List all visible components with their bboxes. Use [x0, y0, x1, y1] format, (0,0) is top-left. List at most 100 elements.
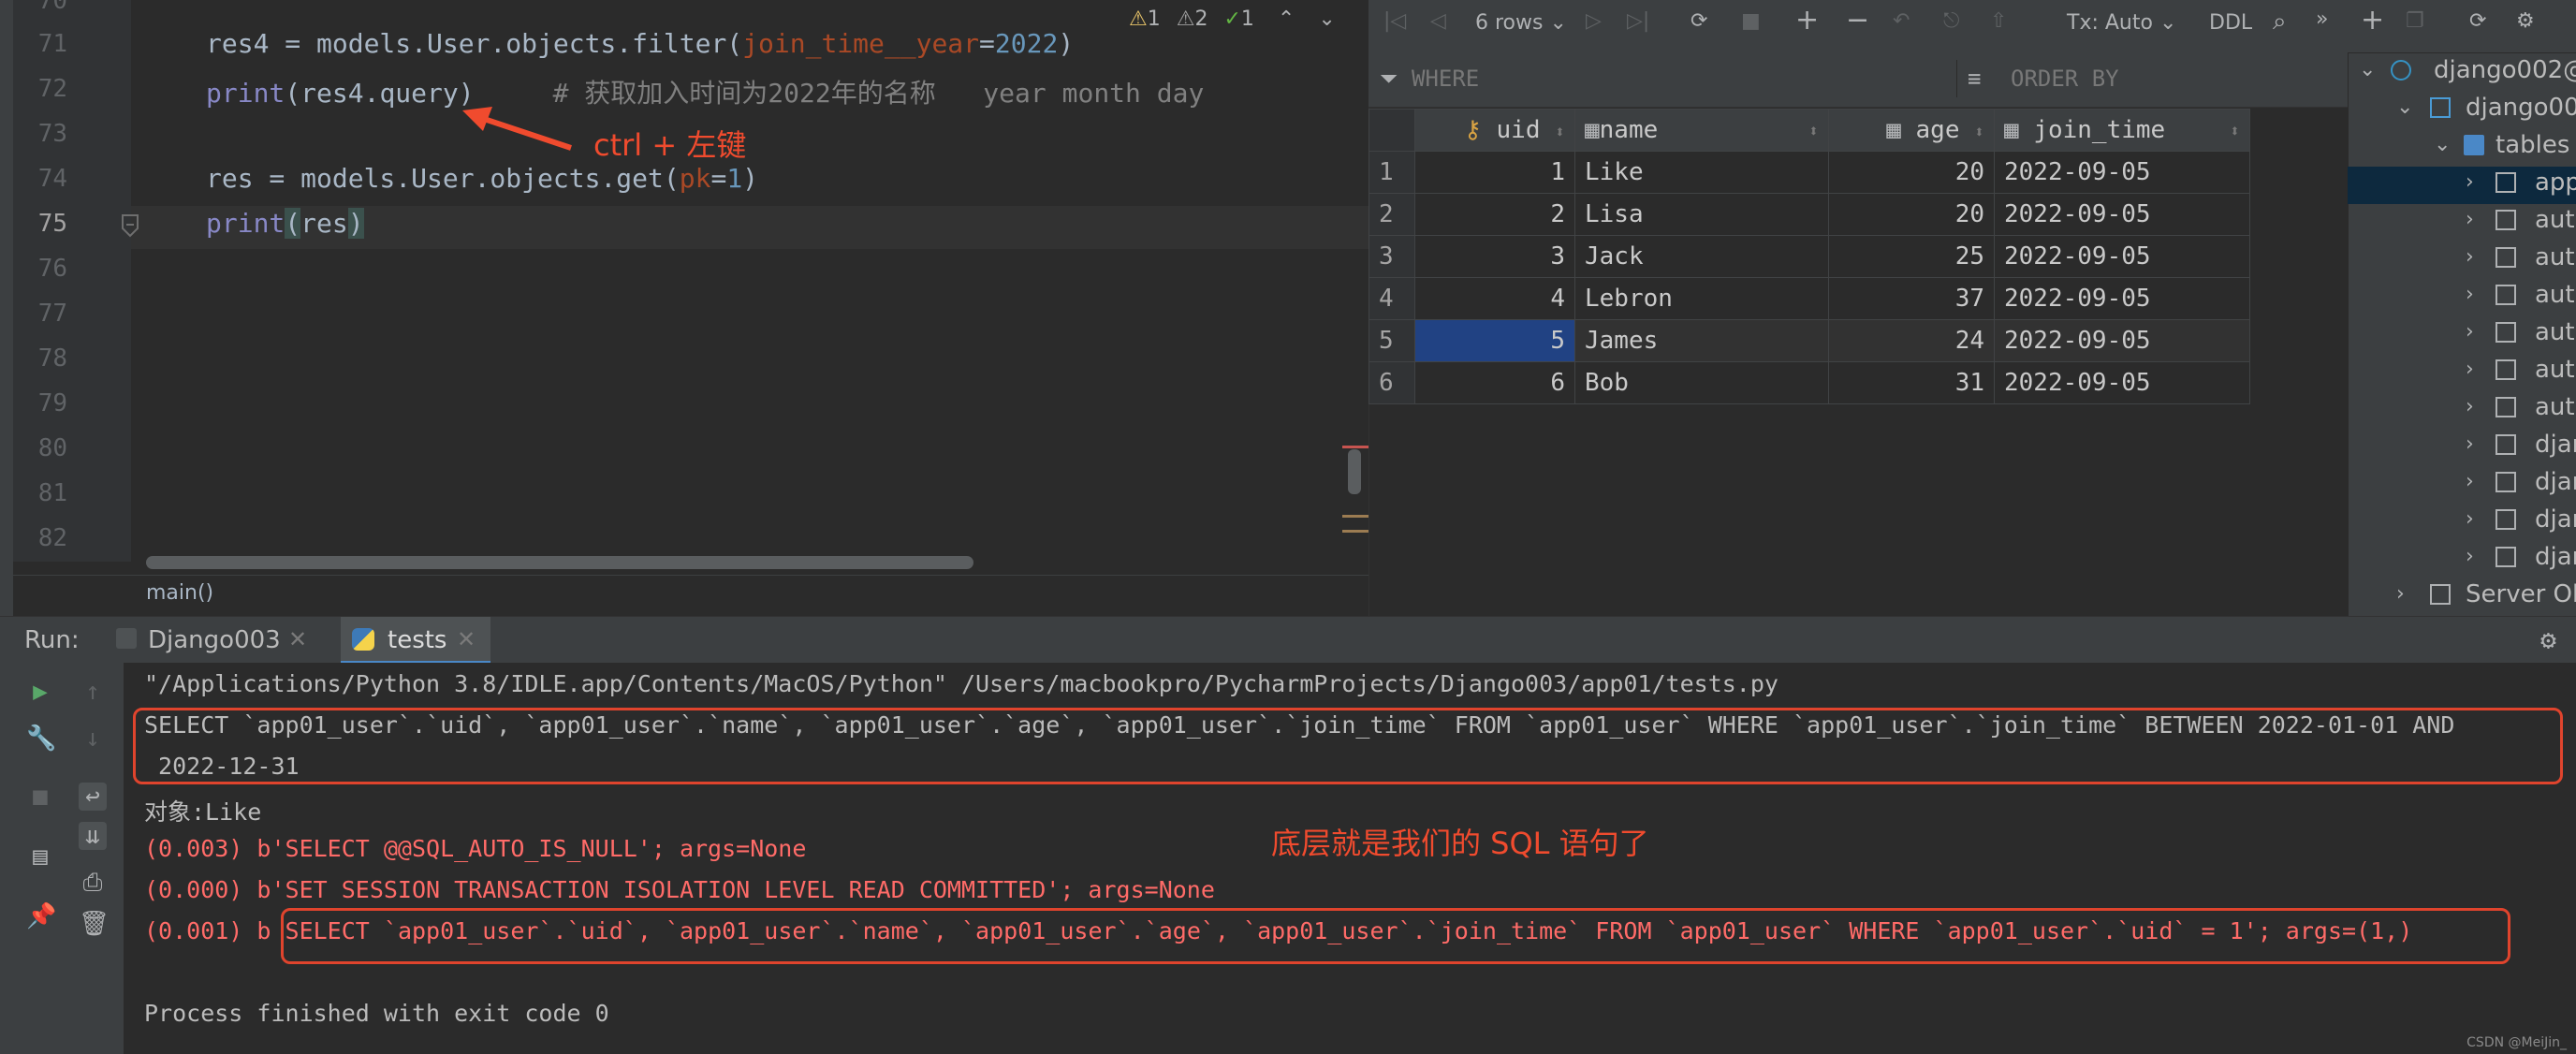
cell-age[interactable]: 31 — [1828, 361, 1995, 404]
table-row[interactable]: 1 1 Like 20 2022-09-05 — [1368, 151, 2250, 194]
chevron-right-icon[interactable]: › — [2466, 208, 2474, 231]
column-header-name[interactable]: ▦name ⬍ — [1574, 109, 1829, 152]
chevron-up-icon[interactable]: ⌃ — [1278, 7, 1295, 31]
chevron-right-icon[interactable]: › — [2466, 507, 2474, 531]
up-arrow-icon[interactable]: ↑ — [79, 678, 107, 706]
chevron-down-icon[interactable]: ⌄ — [2359, 58, 2376, 81]
run-tab-django003[interactable]: Django003 ✕ — [110, 617, 352, 664]
push-icon[interactable]: ⇧ — [1990, 9, 2007, 33]
copy-icon[interactable]: ❐ — [2406, 9, 2424, 33]
delete-row-icon[interactable]: − — [1846, 4, 1869, 37]
table-row[interactable]: 4 4 Lebron 37 2022-09-05 — [1368, 277, 2250, 320]
run-tab-tests[interactable]: tests ✕ — [341, 617, 490, 664]
rerun-icon[interactable]: ▶ — [26, 678, 54, 706]
wrench-icon[interactable]: 🔧 — [26, 725, 56, 753]
editor-horizontal-scrollbar[interactable] — [146, 556, 973, 569]
chevron-right-icon[interactable]: › — [2396, 582, 2405, 606]
cell-join-time[interactable]: 2022-09-05 — [1994, 361, 2250, 404]
table-row[interactable]: 2 2 Lisa 20 2022-09-05 — [1368, 193, 2250, 236]
cell-join-time[interactable]: 2022-09-05 — [1994, 277, 2250, 320]
cell-name[interactable]: Bob — [1574, 361, 1829, 404]
print-icon[interactable]: ⎙ — [79, 869, 107, 897]
revert-icon[interactable]: ↶ — [1893, 9, 1910, 33]
table-row[interactable]: 3 3 Jack 25 2022-09-05 — [1368, 235, 2250, 278]
search-icon[interactable]: ⌕ — [2273, 7, 2287, 37]
code-line-72[interactable]: print(res4.query) # 获取加入时间为2022年的名称 year … — [206, 73, 1204, 110]
inspection-widget[interactable]: ⚠1 ⚠2 ✓1 ⌃ ⌄ — [1129, 7, 1336, 41]
cell-uid[interactable]: 4 — [1414, 277, 1575, 320]
tree-table[interactable]: › app — [2348, 167, 2576, 204]
first-page-icon[interactable]: |◁ — [1383, 9, 1406, 33]
cell-name[interactable]: Like — [1574, 151, 1829, 194]
cell-uid[interactable]: 3 — [1414, 235, 1575, 278]
tree-table[interactable]: › djan — [2348, 466, 2576, 504]
add-icon[interactable]: + — [2361, 4, 2384, 37]
tree-server-objects[interactable]: › Server Ob — [2348, 578, 2576, 616]
chevron-right-icon[interactable]: › — [2466, 395, 2474, 418]
cell-age[interactable]: 37 — [1828, 277, 1995, 320]
layout-icon[interactable]: ▤ — [26, 842, 54, 871]
tree-table[interactable]: › auth — [2348, 316, 2576, 354]
refresh-icon[interactable]: ⟳ — [1690, 9, 1707, 33]
settings-icon[interactable]: ⚙ — [2516, 9, 2535, 33]
prev-page-icon[interactable]: ◁ — [1430, 9, 1446, 33]
cell-name[interactable]: Jack — [1574, 235, 1829, 278]
down-arrow-icon[interactable]: ↓ — [79, 725, 107, 753]
close-icon[interactable]: ✕ — [457, 626, 476, 652]
cell-uid-selected[interactable]: 5 — [1414, 319, 1575, 362]
cell-join-time[interactable]: 2022-09-05 — [1994, 319, 2250, 362]
column-header-uid[interactable]: ⚷ uid ⬍ — [1414, 109, 1575, 152]
last-page-icon[interactable]: ▷| — [1627, 9, 1649, 33]
next-page-icon[interactable]: ▷ — [1586, 9, 1602, 33]
tree-table[interactable]: › djan — [2348, 504, 2576, 541]
settings-gear-icon[interactable]: ⚙ — [2540, 624, 2556, 655]
tree-table[interactable]: › djan — [2348, 541, 2576, 578]
trash-icon[interactable]: 🗑 — [79, 910, 110, 938]
order-by-input[interactable]: ORDER BY — [2011, 66, 2119, 92]
cell-uid[interactable]: 2 — [1414, 193, 1575, 236]
tree-datasource[interactable]: ⌄ django002@ — [2348, 54, 2576, 92]
close-icon[interactable]: ✕ — [288, 626, 307, 652]
chevron-right-icon[interactable]: › — [2466, 320, 2474, 344]
column-header-join-time[interactable]: ▦ join_time ⬍ — [1994, 109, 2250, 152]
tree-schema[interactable]: ⌄ django00 — [2348, 92, 2576, 129]
chevron-right-icon[interactable]: › — [2466, 432, 2474, 456]
chevron-right-icon[interactable]: › — [2466, 470, 2474, 493]
table-row[interactable]: 5 5 James 24 2022-09-05 — [1368, 319, 2250, 362]
chevron-right-icon[interactable]: › — [2466, 358, 2474, 381]
cell-name[interactable]: James — [1574, 319, 1829, 362]
chevron-right-icon[interactable]: › — [2466, 170, 2474, 194]
cell-name[interactable]: Lebron — [1574, 277, 1829, 320]
tree-table[interactable]: › djan — [2348, 429, 2576, 466]
chevron-right-icon[interactable]: › — [2466, 283, 2474, 306]
refresh-icon[interactable]: ⟳ — [2469, 9, 2486, 33]
code-line-71[interactable]: res4 = models.User.objects.filter(join_t… — [206, 28, 1074, 59]
chevron-right-icon[interactable]: › — [2466, 545, 2474, 568]
chevron-down-icon[interactable]: ⌄ — [2396, 95, 2413, 119]
cell-uid[interactable]: 1 — [1414, 151, 1575, 194]
table-row[interactable]: 6 6 Bob 31 2022-09-05 — [1368, 361, 2250, 404]
chevron-down-icon[interactable]: ⌄ — [2434, 133, 2451, 156]
where-input[interactable]: WHERE — [1412, 66, 1479, 92]
tx-mode-dropdown[interactable]: Tx: Auto ⌄ — [2067, 11, 2176, 35]
scroll-to-end-icon[interactable]: ⇊ — [79, 822, 107, 850]
more-icon[interactable]: » — [2316, 7, 2328, 31]
tree-table[interactable]: › auth — [2348, 391, 2576, 429]
cell-uid[interactable]: 6 — [1414, 361, 1575, 404]
editor-vertical-scrollbar[interactable] — [1348, 449, 1361, 494]
soft-wrap-icon[interactable]: ↩ — [79, 783, 107, 811]
ddl-button[interactable]: DDL — [2209, 11, 2252, 35]
breadcrumb-item[interactable]: main() — [146, 581, 213, 605]
tree-table[interactable]: › auth — [2348, 242, 2576, 279]
cell-age[interactable]: 24 — [1828, 319, 1995, 362]
code-line-75[interactable]: print(res) — [206, 208, 364, 239]
stop-icon[interactable]: ■ — [1741, 9, 1761, 33]
cell-name[interactable]: Lisa — [1574, 193, 1829, 236]
cell-join-time[interactable]: 2022-09-05 — [1994, 235, 2250, 278]
cell-age[interactable]: 20 — [1828, 193, 1995, 236]
column-header-age[interactable]: ▦ age ⬍ — [1828, 109, 1995, 152]
stop-icon[interactable]: ■ — [26, 783, 54, 811]
chevron-right-icon[interactable]: › — [2466, 245, 2474, 269]
cell-age[interactable]: 20 — [1828, 151, 1995, 194]
cell-join-time[interactable]: 2022-09-05 — [1994, 151, 2250, 194]
